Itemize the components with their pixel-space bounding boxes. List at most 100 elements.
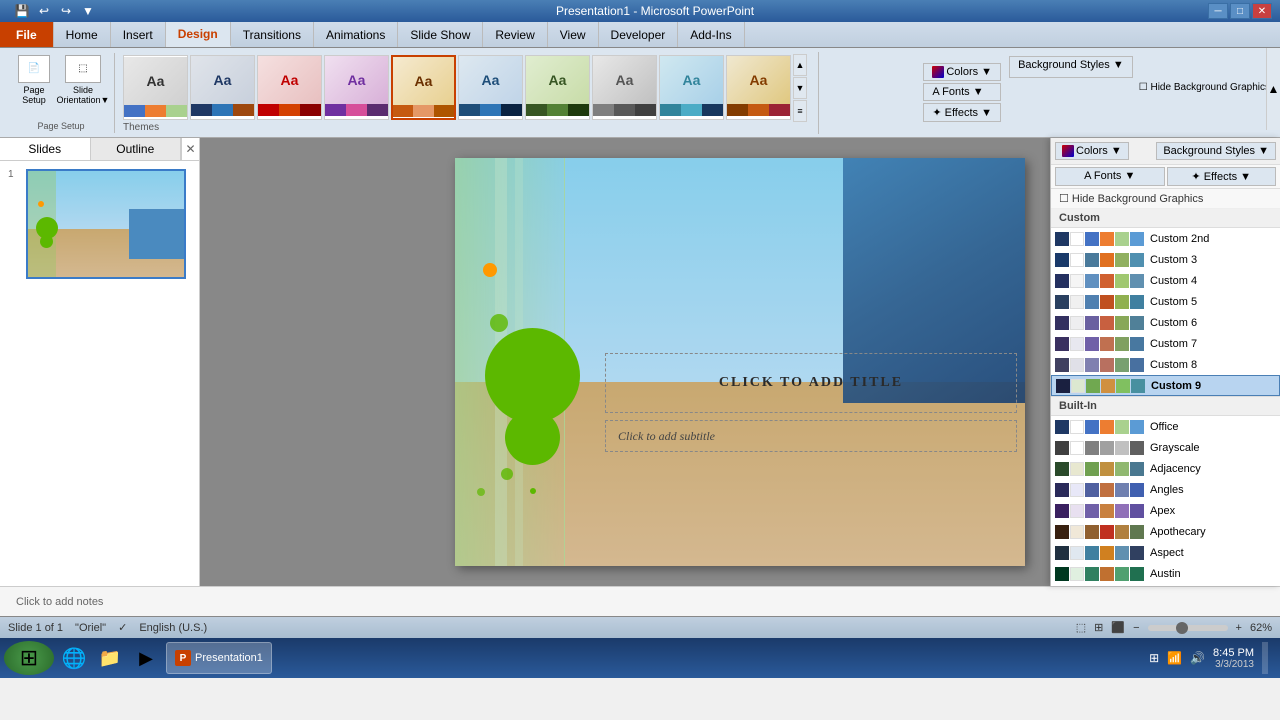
- tab-developer[interactable]: Developer: [599, 22, 679, 47]
- slide-number-1: 1: [8, 169, 22, 180]
- zoom-in-icon[interactable]: +: [1236, 622, 1242, 634]
- tab-insert[interactable]: Insert: [111, 22, 166, 47]
- theme-grayscale[interactable]: Grayscale: [1051, 437, 1280, 458]
- ribbon-tabs: File Home Insert Design Transitions Anim…: [0, 22, 1280, 48]
- tab-design[interactable]: Design: [166, 22, 231, 47]
- spell-check-icon[interactable]: ✓: [118, 621, 127, 634]
- show-desktop-btn[interactable]: [1262, 642, 1268, 674]
- themes-scroll-down[interactable]: ▼: [793, 77, 807, 99]
- office-theme-label: Office: [1150, 421, 1179, 433]
- custom-theme-5[interactable]: Custom 5: [1051, 291, 1280, 312]
- zoom-slider[interactable]: [1148, 625, 1228, 631]
- hide-background-checkbox[interactable]: ☐ Hide Background Graphics: [1137, 80, 1272, 95]
- theme-name-status: "Oriel": [75, 622, 106, 634]
- system-clock[interactable]: 8:45 PM 3/3/2013: [1213, 647, 1254, 670]
- theme-item-1[interactable]: Aa: [123, 55, 188, 120]
- tab-home[interactable]: Home: [54, 22, 111, 47]
- background-styles-button[interactable]: Background Styles ▼: [1009, 56, 1133, 78]
- theme-office[interactable]: Office: [1051, 416, 1280, 437]
- theme-item-3[interactable]: Aa: [257, 55, 322, 120]
- tab-transitions[interactable]: Transitions: [231, 22, 314, 47]
- subtitle-placeholder[interactable]: Click to add subtitle: [605, 420, 1017, 452]
- system-tray-icon-2[interactable]: 📶: [1167, 651, 1182, 665]
- tab-view[interactable]: View: [548, 22, 599, 47]
- custom-theme-2nd[interactable]: Custom 2nd: [1051, 228, 1280, 249]
- theme-apex[interactable]: Apex: [1051, 500, 1280, 521]
- zoom-level[interactable]: 62%: [1250, 622, 1272, 634]
- tab-file[interactable]: File: [0, 22, 54, 47]
- custom-theme-4[interactable]: Custom 4: [1051, 270, 1280, 291]
- fonts-dropdown-btn[interactable]: A Fonts ▼: [1055, 167, 1165, 186]
- save-icon[interactable]: 💾: [12, 2, 32, 20]
- effects-button[interactable]: ✦ Effects ▼: [923, 103, 1001, 122]
- media-player-icon[interactable]: ▶: [130, 642, 162, 674]
- clock-date: 3/3/2013: [1213, 659, 1254, 670]
- themes-scroll-up[interactable]: ▲: [793, 54, 807, 76]
- fonts-button[interactable]: A Fonts ▼: [923, 83, 1001, 101]
- theme-adjacency[interactable]: Adjacency: [1051, 458, 1280, 479]
- tab-slideshow[interactable]: Slide Show: [398, 22, 483, 47]
- system-tray-icon-3[interactable]: 🔊: [1190, 651, 1205, 665]
- theme-item-4[interactable]: Aa: [324, 55, 389, 120]
- powerpoint-taskbar-item[interactable]: P Presentation1: [166, 642, 272, 674]
- theme-aspect[interactable]: Aspect: [1051, 542, 1280, 563]
- title-placeholder[interactable]: CLICK TO ADD TITLE: [605, 353, 1017, 413]
- system-tray-icon-1[interactable]: ⊞: [1149, 651, 1159, 665]
- custom-theme-7[interactable]: Custom 7: [1051, 333, 1280, 354]
- custom-theme-6[interactable]: Custom 6: [1051, 312, 1280, 333]
- maximize-button[interactable]: □: [1230, 3, 1250, 19]
- slide-orientation-button[interactable]: ⬚ SlideOrientation▼: [58, 55, 108, 105]
- view-reading-icon[interactable]: ⬛: [1111, 621, 1125, 634]
- slide-preview-1[interactable]: [26, 169, 186, 279]
- colors-button[interactable]: Colors ▼: [923, 63, 1001, 81]
- notes-bar[interactable]: Click to add notes: [0, 586, 1280, 616]
- theme-item-8[interactable]: Aa: [592, 55, 657, 120]
- ribbon-group-themes: Aa Aa Aa Aa Aa Aa: [119, 52, 819, 134]
- language-label[interactable]: English (U.S.): [139, 622, 207, 634]
- view-normal-icon[interactable]: ⬚: [1076, 621, 1086, 634]
- theme-item-2[interactable]: Aa: [190, 55, 255, 120]
- theme-apothecary[interactable]: Apothecary: [1051, 521, 1280, 542]
- tab-outline[interactable]: Outline: [91, 138, 182, 160]
- ie-icon[interactable]: 🌐: [58, 642, 90, 674]
- tab-slides[interactable]: Slides: [0, 138, 91, 160]
- green-dot-2: [501, 468, 513, 480]
- theme-item-5[interactable]: Aa: [391, 55, 456, 120]
- theme-item-7[interactable]: Aa: [525, 55, 590, 120]
- undo-icon[interactable]: ↩: [34, 2, 54, 20]
- themes-label: Themes: [123, 122, 159, 133]
- theme-item-9[interactable]: Aa: [659, 55, 724, 120]
- tab-addins[interactable]: Add-Ins: [678, 22, 744, 47]
- theme-austin[interactable]: Austin: [1051, 563, 1280, 584]
- themes-more[interactable]: ≡: [793, 100, 807, 122]
- theme-colors-list: Custom Custom 2nd Custom 3 Custom 4: [1051, 209, 1280, 586]
- effects-dropdown-btn[interactable]: ✦ Effects ▼: [1167, 167, 1277, 186]
- custom-theme-8[interactable]: Custom 8: [1051, 354, 1280, 375]
- zoom-out-icon[interactable]: −: [1133, 622, 1139, 634]
- panel-tabs: Slides Outline ✕: [0, 138, 199, 161]
- hide-bg-btn[interactable]: ☐ Hide Background Graphics: [1051, 189, 1280, 209]
- slide-thumb-1: 1: [8, 169, 191, 279]
- view-slide-sorter-icon[interactable]: ⊞: [1094, 621, 1103, 634]
- panel-close-button[interactable]: ✕: [181, 138, 199, 160]
- redo-icon[interactable]: ↪: [56, 2, 76, 20]
- theme-blacktie[interactable]: Black Tie: [1051, 584, 1280, 586]
- explorer-icon[interactable]: 📁: [94, 642, 126, 674]
- theme-angles[interactable]: Angles: [1051, 479, 1280, 500]
- custom-theme-3[interactable]: Custom 3: [1051, 249, 1280, 270]
- notes-placeholder: Click to add notes: [16, 596, 103, 608]
- close-button[interactable]: ✕: [1252, 3, 1272, 19]
- background-styles-dropdown-btn[interactable]: Background Styles ▼: [1156, 142, 1276, 160]
- custom-theme-9[interactable]: Custom 9: [1051, 375, 1280, 396]
- slide-canvas[interactable]: CLICK TO ADD TITLE Click to add subtitle: [455, 158, 1025, 566]
- ribbon-collapse[interactable]: ▲: [1266, 48, 1280, 130]
- quick-access-dropdown-icon[interactable]: ▼: [78, 2, 98, 20]
- tab-animations[interactable]: Animations: [314, 22, 398, 47]
- minimize-button[interactable]: ─: [1208, 3, 1228, 19]
- page-setup-button[interactable]: 📄 PageSetup: [14, 55, 54, 105]
- tab-review[interactable]: Review: [483, 22, 547, 47]
- start-button[interactable]: ⊞: [4, 641, 54, 675]
- theme-item-10[interactable]: Aa: [726, 55, 791, 120]
- colors-dropdown-btn[interactable]: Colors ▼: [1055, 142, 1129, 160]
- theme-item-6[interactable]: Aa: [458, 55, 523, 120]
